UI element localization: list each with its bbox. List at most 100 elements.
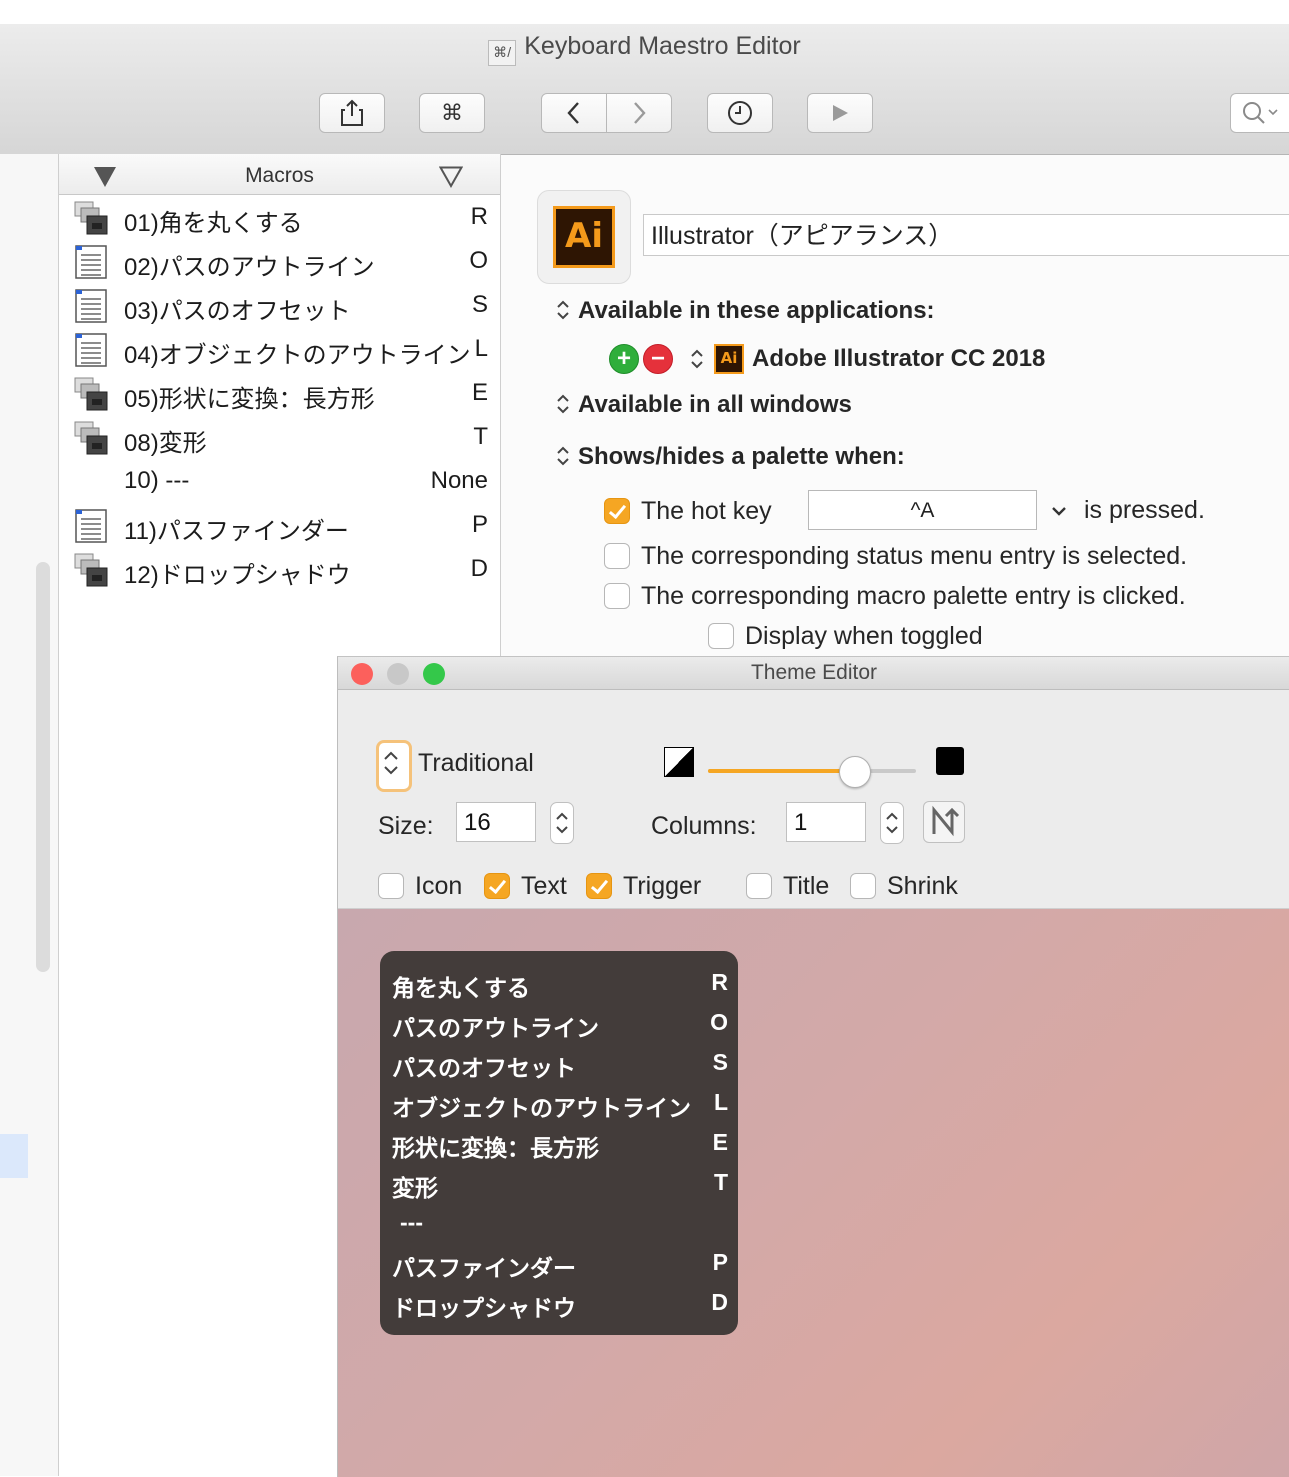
macro-hotkey: L — [474, 335, 488, 362]
group-icon-well[interactable]: Ai — [537, 190, 631, 284]
hotkey-field[interactable]: ^A — [808, 490, 1037, 530]
macro-row[interactable]: 01)角を丸くする R — [59, 196, 500, 240]
play-icon — [833, 105, 848, 121]
search-field[interactable] — [1230, 93, 1289, 133]
option-title-label: Title — [783, 872, 830, 900]
remove-application-button[interactable]: − — [643, 344, 673, 374]
macro-row[interactable]: 10) --- None — [59, 460, 500, 504]
macro-row[interactable]: 05)形状に変換：長方形 E — [59, 372, 500, 416]
command-button[interactable]: ⌘ — [419, 93, 485, 133]
list-icon — [75, 289, 107, 323]
share-button[interactable] — [319, 93, 385, 133]
macro-name: 12)ドロップシャドウ — [124, 562, 351, 589]
macro-name: 03)パスのオフセット — [124, 298, 351, 325]
group-name-field[interactable]: Illustrator（アピアランス） — [643, 214, 1289, 256]
macro-group-icon — [74, 553, 108, 587]
palette-item[interactable]: パスファインダー P — [392, 1245, 728, 1285]
palette-trigger-toggle[interactable]: Shows/hides a palette when: — [554, 443, 905, 471]
columns-field[interactable]: 1 — [786, 802, 866, 842]
theme-popup-button[interactable] — [376, 740, 412, 792]
size-stepper[interactable] — [550, 802, 574, 844]
option-icon-checkbox[interactable] — [378, 873, 404, 899]
status-menu-checkbox[interactable] — [604, 543, 630, 569]
palette-item[interactable]: --- — [392, 1205, 728, 1245]
palette-item-key: L — [713, 1089, 728, 1115]
chevron-right-icon — [634, 102, 646, 124]
macro-hotkey: R — [470, 203, 488, 230]
triangle-down-outline-icon[interactable] — [439, 166, 463, 188]
theme-editor-window: Theme Editor Traditional Size: 16 Column… — [337, 656, 1289, 1477]
palette-item[interactable]: ドロップシャドウ D — [392, 1285, 728, 1325]
palette-item-name: オブジェクトのアウトライン — [392, 1095, 691, 1121]
macro-row[interactable]: 12)ドロップシャドウ D — [59, 548, 500, 592]
macro-row[interactable]: 04)オブジェクトのアウトライン L — [59, 328, 500, 372]
available-windows-toggle[interactable]: Available in all windows — [554, 391, 852, 419]
palette-item-name: ドロップシャドウ — [392, 1295, 576, 1321]
macro-row[interactable]: 11)パスファインダー P — [59, 504, 500, 548]
palette-item-name: パスのアウトライン — [392, 1015, 599, 1041]
available-applications-toggle[interactable]: Available in these applications: — [554, 297, 935, 325]
macro-hotkey: None — [430, 467, 488, 494]
back-button[interactable] — [541, 93, 607, 133]
palette-click-checkbox[interactable] — [604, 583, 630, 609]
option-shrink-checkbox[interactable] — [850, 873, 876, 899]
palette-item[interactable]: 変形 T — [392, 1165, 728, 1205]
macro-group-icon — [74, 377, 108, 411]
add-application-button[interactable]: + — [609, 344, 639, 374]
option-text-checkbox[interactable] — [484, 873, 510, 899]
keyboard-maestro-app-icon: ⌘/ — [488, 40, 517, 66]
macro-name: 04)オブジェクトのアウトライン — [124, 342, 471, 369]
columns-stepper[interactable] — [880, 802, 904, 844]
palette-item-key: R — [711, 969, 728, 995]
illustrator-small-icon: Ai — [714, 344, 744, 374]
macro-row[interactable]: 03)パスのオフセット S — [59, 284, 500, 328]
theme-name: Traditional — [418, 749, 534, 777]
updown-chevron-icon — [556, 812, 568, 834]
updown-chevron-icon[interactable] — [688, 347, 706, 371]
hotkey-label: The hot key — [641, 497, 772, 525]
macro-row[interactable]: 08)変形 T — [59, 416, 500, 460]
run-button[interactable] — [807, 93, 873, 133]
macro-name: 01)角を丸くする — [124, 210, 303, 237]
triangle-down-filled-icon[interactable] — [93, 166, 117, 188]
option-text-label: Text — [521, 872, 567, 900]
palette-item-key: E — [712, 1129, 728, 1155]
palette-item-name: 角を丸くする — [392, 975, 530, 1001]
chevron-down-icon[interactable] — [1050, 504, 1068, 518]
updown-chevron-icon — [886, 812, 898, 834]
palette-item-key: D — [711, 1289, 728, 1315]
macro-hotkey: S — [471, 291, 488, 318]
hotkey-suffix-label: is pressed. — [1084, 496, 1205, 524]
macros-header[interactable]: Macros — [59, 154, 500, 195]
updown-chevron-icon — [384, 751, 398, 775]
macro-name: 08)変形 — [124, 430, 207, 457]
palette-item[interactable]: オブジェクトのアウトライン L — [392, 1085, 728, 1125]
application-name: Adobe Illustrator CC 2018 — [752, 345, 1046, 372]
slider-knob[interactable] — [839, 756, 871, 788]
slider-fill — [708, 769, 854, 773]
palette-item[interactable]: 形状に変換：長方形 E — [392, 1125, 728, 1165]
option-shrink-label: Shrink — [887, 872, 958, 900]
column-order-button[interactable] — [923, 801, 965, 843]
updown-chevron-icon — [557, 394, 569, 414]
display-toggled-checkbox[interactable] — [708, 623, 734, 649]
palette-item[interactable]: パスのオフセット S — [392, 1045, 728, 1085]
palette-item[interactable]: 角を丸くする R — [392, 965, 728, 1005]
n-arrow-icon — [932, 805, 960, 837]
groups-scrollbar[interactable] — [36, 562, 50, 972]
palette-item-name: 形状に変換：長方形 — [392, 1135, 599, 1161]
option-trigger-checkbox[interactable] — [586, 873, 612, 899]
history-button[interactable] — [707, 93, 773, 133]
macro-row[interactable]: 02)パスのアウトライン O — [59, 240, 500, 284]
palette-item-key: O — [710, 1009, 728, 1035]
theme-slider[interactable] — [708, 769, 916, 773]
forward-button[interactable] — [606, 93, 672, 133]
macro-hotkey: E — [471, 379, 488, 406]
palette-item[interactable]: パスのアウトライン O — [392, 1005, 728, 1045]
theme-editor-title: Theme Editor — [750, 661, 878, 684]
option-title-checkbox[interactable] — [746, 873, 772, 899]
macro-name: 02)パスのアウトライン — [124, 254, 375, 281]
hotkey-checkbox[interactable] — [604, 498, 630, 524]
macro-palette[interactable]: 角を丸くする R パスのアウトライン O パスのオフセット S オブジェクトのアウトライン L… — [380, 951, 738, 1335]
size-field[interactable]: 16 — [456, 802, 536, 842]
